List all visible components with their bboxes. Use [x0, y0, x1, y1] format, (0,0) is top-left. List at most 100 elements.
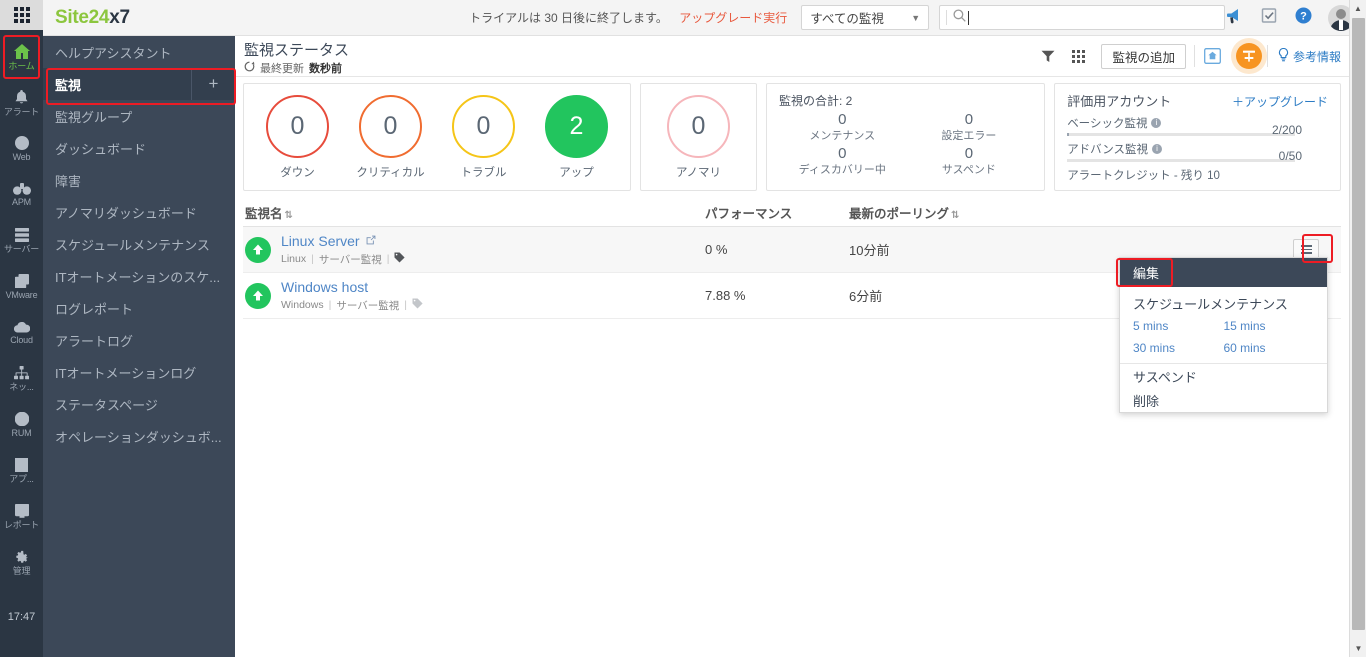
- monitor-link[interactable]: Linux Server: [281, 233, 360, 249]
- meta-separator: |: [311, 253, 314, 265]
- total-config-error-num: 0: [964, 111, 974, 128]
- vertical-scrollbar[interactable]: ▲ ▼: [1349, 0, 1366, 657]
- rail-label-reports: レポート: [3, 520, 40, 530]
- meta-separator: |: [328, 299, 332, 311]
- last-poll-value: 10分前: [849, 243, 890, 258]
- reference-info-link[interactable]: 参考情報: [1278, 47, 1341, 65]
- nav-item-help-assistant[interactable]: ヘルプアシスタント: [43, 36, 235, 68]
- monitor-filter-select[interactable]: すべての監視 ▼: [801, 5, 930, 30]
- grid-view-icon[interactable]: [1063, 43, 1093, 69]
- nav-item-scheduled-maintenance[interactable]: スケジュールメンテナンス: [43, 228, 235, 260]
- rail-label-network: Cloud: [10, 334, 33, 345]
- status-down[interactable]: 0 ダウン: [258, 94, 337, 180]
- context-menu-edit[interactable]: 編集: [1120, 258, 1327, 287]
- rail-label-home: ホーム: [8, 60, 35, 71]
- nav-item-status-page[interactable]: ステータスページ: [43, 388, 235, 420]
- apps-grid-icon: [13, 7, 30, 23]
- rail-item-server[interactable]: サーバー: [0, 218, 43, 264]
- help-icon[interactable]: ?: [1295, 7, 1312, 29]
- status-trouble[interactable]: 0 トラブル: [444, 94, 523, 180]
- rail-item-rum[interactable]: RUM: [0, 402, 43, 448]
- apm-binoculars-icon: [12, 183, 31, 195]
- monitor-name-cell: Windows host Windows | サーバー監視 |: [243, 279, 705, 313]
- tag-icon[interactable]: [412, 298, 423, 312]
- bell-icon: [15, 89, 28, 105]
- search-input[interactable]: [975, 10, 1218, 25]
- meter-advanced-bar: [1067, 159, 1296, 162]
- summary-strip: 0 ダウン 0 クリティカル 0 トラブル 2 アップ 0 アノマリ 監視の合計…: [235, 77, 1349, 199]
- rail-item-reports[interactable]: レポート: [0, 494, 43, 540]
- nav-item-dashboard[interactable]: ダッシュボード: [43, 132, 235, 164]
- rail-item-web[interactable]: Web: [0, 126, 43, 172]
- rail-item-admin[interactable]: 管理: [0, 540, 43, 586]
- chevron-down-icon: ▼: [911, 12, 921, 23]
- rail-item-apps[interactable]: アプ...: [0, 448, 43, 494]
- context-menu-delete[interactable]: 削除: [1120, 388, 1327, 412]
- context-menu-times: 5 mins 15 mins 30 mins 60 mins: [1120, 319, 1327, 361]
- column-header-monitor-name[interactable]: 監視名 ⇅: [243, 203, 705, 222]
- monitor-link[interactable]: Windows host: [281, 279, 368, 295]
- status-anomaly[interactable]: 0 アノマリ: [659, 94, 738, 180]
- maintenance-30min[interactable]: 30 mins: [1133, 341, 1224, 355]
- total-suspended[interactable]: 0 サスペンド: [906, 145, 1033, 177]
- maintenance-60min[interactable]: 60 mins: [1224, 341, 1315, 355]
- rail-item-cloud[interactable]: Cloud: [0, 310, 43, 356]
- external-link-icon[interactable]: [366, 233, 376, 248]
- add-monitor-button[interactable]: 監視の追加: [1101, 43, 1186, 69]
- scrollbar-thumb[interactable]: [1352, 18, 1365, 630]
- rail-item-apm[interactable]: APM: [0, 172, 43, 218]
- account-upgrade-link[interactable]: ＋アップグレード: [1232, 93, 1328, 110]
- apps-grid-button[interactable]: [0, 0, 43, 30]
- monitor-meta: Windows | サーバー監視 |: [281, 298, 423, 313]
- sort-icon: ⇅: [284, 210, 293, 221]
- total-config-error-label: 設定エラー: [941, 130, 997, 142]
- rail-item-vmware[interactable]: VMware: [0, 264, 43, 310]
- upgrade-link[interactable]: アップグレード実行: [679, 11, 787, 25]
- vmware-layers-icon: [14, 274, 29, 288]
- status-up[interactable]: 2 アップ: [537, 94, 616, 180]
- column-header-last-poll[interactable]: 最新のポーリング ⇅: [849, 203, 1089, 222]
- announcement-icon[interactable]: [1225, 7, 1244, 29]
- app-logo[interactable]: Site24x7: [43, 7, 219, 29]
- total-config-error[interactable]: 0 設定エラー: [906, 111, 1033, 143]
- context-menu-suspend[interactable]: サスペンド: [1120, 364, 1327, 388]
- total-maintenance-label: メンテナンス: [809, 130, 876, 142]
- filter-icon[interactable]: [1033, 43, 1063, 69]
- tasks-icon[interactable]: [1260, 7, 1279, 29]
- refresh-icon[interactable]: [244, 61, 255, 75]
- page-title: 監視ステータス: [244, 42, 350, 59]
- info-icon[interactable]: i: [1151, 118, 1162, 128]
- nav-item-it-automation-log[interactable]: ITオートメーションログ: [43, 356, 235, 388]
- nav-item-monitors[interactable]: 監視 +: [43, 68, 235, 100]
- inventory-icon[interactable]: [1235, 43, 1262, 69]
- rail-item-list: ホーム アラート Web APM サーバー VMware Cloud ネッ...…: [0, 30, 43, 586]
- nav-item-anomaly-dashboard[interactable]: アノマリダッシュボード: [43, 196, 235, 228]
- search-divider: [946, 10, 948, 25]
- home-box-icon[interactable]: [1200, 43, 1226, 69]
- rail-item-net[interactable]: ネッ...: [0, 356, 43, 402]
- rail-item-home[interactable]: ホーム: [0, 34, 43, 80]
- status-trouble-label: トラブル: [460, 166, 507, 179]
- rail-item-alerts[interactable]: アラート: [0, 80, 43, 126]
- nav-item-incidents[interactable]: 障害: [43, 164, 235, 196]
- status-critical[interactable]: 0 クリティカル: [351, 94, 430, 180]
- status-trouble-count: 0: [452, 94, 515, 158]
- nav-item-log-report[interactable]: ログレポート: [43, 292, 235, 324]
- nav-label: スケジュールメンテナンス: [55, 237, 210, 253]
- nav-item-operations-dashboard[interactable]: オペレーションダッシュボ...: [43, 420, 235, 452]
- last-update-value: 数秒前: [309, 63, 342, 75]
- info-icon[interactable]: i: [1152, 144, 1163, 154]
- scroll-down-arrow-icon[interactable]: ▼: [1350, 640, 1366, 657]
- scroll-up-arrow-icon[interactable]: ▲: [1350, 0, 1366, 17]
- nav-item-it-automation-schedule[interactable]: ITオートメーションのスケ...: [43, 260, 235, 292]
- total-maintenance[interactable]: 0 メンテナンス: [779, 111, 906, 143]
- maintenance-5min[interactable]: 5 mins: [1133, 319, 1224, 333]
- total-suspended-label: サスペンド: [941, 164, 996, 176]
- tag-icon[interactable]: [394, 252, 406, 266]
- add-monitor-plus-icon[interactable]: +: [191, 68, 235, 100]
- nav-item-monitor-groups[interactable]: 監視グループ: [43, 100, 235, 132]
- maintenance-15min[interactable]: 15 mins: [1224, 319, 1315, 333]
- global-search-box[interactable]: [939, 5, 1225, 30]
- total-discovery[interactable]: 0 ディスカバリー中: [779, 145, 906, 177]
- nav-item-alert-log[interactable]: アラートログ: [43, 324, 235, 356]
